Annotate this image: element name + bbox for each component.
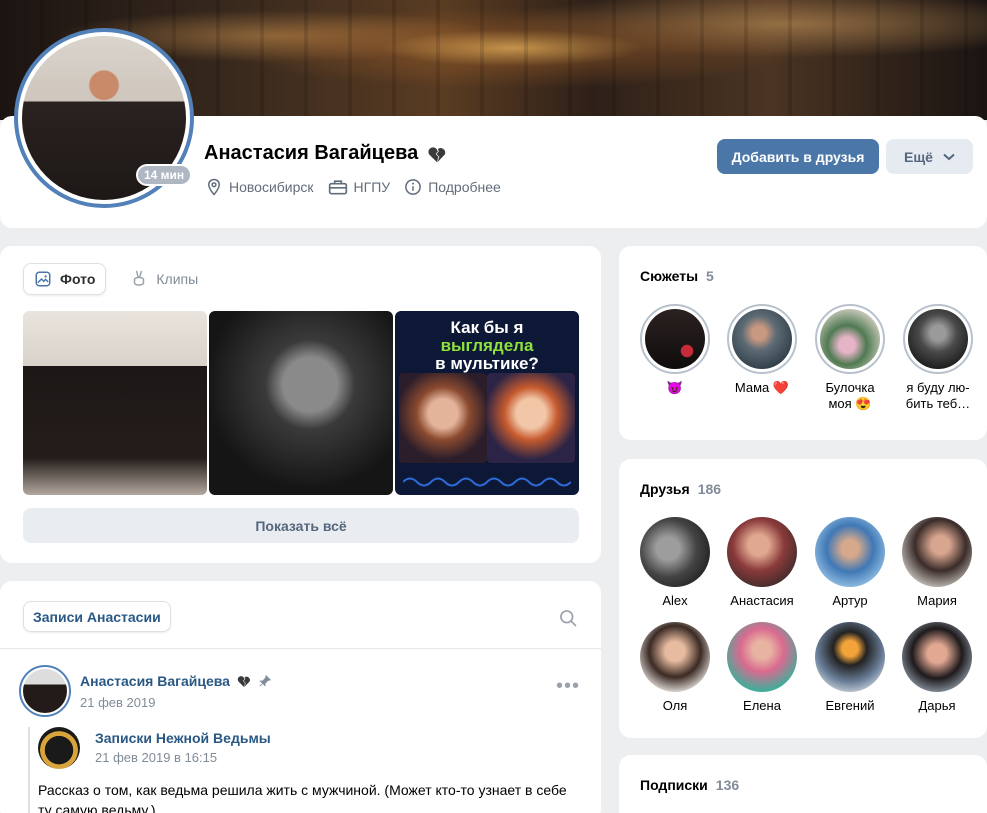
- friend-name: Оля: [662, 698, 688, 713]
- post-author[interactable]: Анастасия Вагайцева: [80, 673, 272, 689]
- friend-name: Мария: [917, 593, 957, 608]
- friend-name: Евгений: [825, 698, 875, 713]
- wave-decoration: [403, 477, 571, 487]
- post-menu-icon[interactable]: •••: [556, 676, 580, 696]
- story-label: я буду лю-бить теб…: [905, 380, 971, 411]
- story-label: Мама ❤️: [734, 380, 790, 395]
- repost-indicator: [28, 727, 30, 813]
- subscriptions-section: Подписки 136: [619, 755, 987, 813]
- post-author-name: Анастасия Вагайцева: [80, 673, 230, 689]
- clips-icon: [134, 270, 145, 286]
- friend-name: Артур: [832, 593, 868, 608]
- friends-count: 186: [697, 481, 722, 497]
- profile-name: Анастасия Вагайцева: [204, 142, 419, 164]
- clip-title-line: Как бы я: [450, 318, 524, 337]
- university-info[interactable]: НГПУ: [328, 178, 391, 196]
- friend-avatar: [727, 622, 797, 692]
- subscriptions-title: Подписки: [640, 777, 708, 793]
- friend-item[interactable]: Дарья: [897, 622, 977, 713]
- clip-face-cartoon: [487, 373, 575, 463]
- story-item[interactable]: 😈: [640, 304, 710, 396]
- friend-item[interactable]: Мария: [897, 517, 977, 608]
- clip-title: Как бы я выглядела в мультике?: [395, 319, 579, 373]
- profile-name-row: Анастасия Вагайцева: [204, 142, 448, 165]
- broken-heart-icon: [237, 676, 250, 687]
- photos-tabs: Фото Клипы: [23, 263, 208, 295]
- show-all-photos-button[interactable]: Показать всё: [23, 508, 579, 543]
- story-label: Булочка моя 😍: [825, 380, 875, 411]
- story-item[interactable]: Булочка моя 😍: [815, 304, 885, 412]
- university-label: НГПУ: [353, 179, 391, 195]
- broken-heart-icon: [428, 146, 446, 162]
- tab-clips-label: Клипы: [156, 271, 199, 287]
- chevron-down-icon: [943, 153, 955, 160]
- tab-photos-label: Фото: [60, 271, 96, 287]
- stories-title: Сюжеты: [640, 268, 699, 284]
- friends-section: Друзья 186 Alex Анастасия Артур Мария Ол…: [619, 459, 987, 738]
- post-text: Рассказ о том, как ведьма решила жить с …: [38, 782, 567, 813]
- friend-avatar: [815, 622, 885, 692]
- divider: [0, 648, 601, 649]
- clip-title-line: выглядела: [440, 336, 534, 355]
- stories-section: Сюжеты 5 😈 Мама ❤️ Булочка моя 😍 я буду …: [619, 246, 987, 440]
- subscriptions-count: 136: [715, 777, 740, 793]
- friend-item[interactable]: Елена: [722, 622, 802, 713]
- friends-header[interactable]: Друзья 186: [640, 481, 721, 497]
- info-icon: [405, 179, 422, 195]
- friend-avatar: [815, 517, 885, 587]
- wall-section: Записи Анастасии Анастасия Вагайцева 21 …: [0, 581, 601, 813]
- photo-thumbnail[interactable]: [23, 311, 207, 495]
- city-label: Новосибирск: [229, 179, 314, 195]
- stories-count: 5: [706, 268, 714, 284]
- online-status-text: 14 мин: [138, 166, 191, 184]
- friend-name: Елена: [743, 698, 781, 713]
- pin-icon: [259, 674, 272, 687]
- more-info-link[interactable]: Подробнее: [404, 178, 501, 196]
- clip-title-line: в мультике?: [435, 354, 539, 373]
- friend-item[interactable]: Анастасия: [722, 517, 802, 608]
- friend-item[interactable]: Alex: [635, 517, 715, 608]
- location-pin-icon: [207, 178, 221, 196]
- friend-avatar: [902, 517, 972, 587]
- story-item[interactable]: я буду лю-бить теб…: [903, 304, 973, 412]
- profile-meta: Новосибирск НГПУ Подробнее: [205, 178, 501, 196]
- repost-source-avatar[interactable]: [38, 727, 80, 769]
- subscriptions-header[interactable]: Подписки 136: [640, 777, 739, 793]
- friend-item[interactable]: Оля: [635, 622, 715, 713]
- tab-clips[interactable]: Клипы: [120, 263, 208, 295]
- friend-item[interactable]: Евгений: [810, 622, 890, 713]
- tab-photos[interactable]: Фото: [23, 263, 107, 295]
- briefcase-icon: [328, 180, 347, 195]
- friend-name: Дарья: [918, 698, 956, 713]
- clip-thumbnail[interactable]: Как бы я выглядела в мультике?: [395, 311, 579, 495]
- online-status-badge: 14 мин: [136, 164, 193, 186]
- more-info-label: Подробнее: [428, 179, 501, 195]
- photo-thumbnail[interactable]: [209, 311, 393, 495]
- post-author-avatar[interactable]: [19, 665, 71, 717]
- friends-title: Друзья: [640, 481, 690, 497]
- clip-face-real: [399, 373, 487, 463]
- image-icon: [35, 271, 51, 287]
- photos-section: Фото Клипы Как бы я выглядела в мультике…: [0, 246, 601, 563]
- friend-item[interactable]: Артур: [810, 517, 890, 608]
- friend-avatar: [640, 517, 710, 587]
- wall-posts-tab[interactable]: Записи Анастасии: [23, 601, 171, 632]
- stories-header[interactable]: Сюжеты 5: [640, 268, 714, 284]
- post-date[interactable]: 21 фев 2019: [80, 695, 155, 710]
- search-icon[interactable]: [558, 608, 578, 628]
- more-actions-label: Ещё: [904, 148, 933, 165]
- repost-source-name[interactable]: Записки Нежной Ведьмы: [95, 730, 271, 746]
- city-info[interactable]: Новосибирск: [205, 178, 314, 196]
- friend-name: Анастасия: [730, 593, 794, 608]
- repost-date[interactable]: 21 фев 2019 в 16:15: [95, 750, 217, 765]
- friend-avatar: [727, 517, 797, 587]
- more-actions-button[interactable]: Ещё: [886, 139, 973, 174]
- add-friend-button[interactable]: Добавить в друзья: [717, 139, 879, 174]
- story-item[interactable]: Мама ❤️: [727, 304, 797, 396]
- friend-avatar: [640, 622, 710, 692]
- friend-name: Alex: [662, 593, 688, 608]
- story-label: 😈: [666, 380, 684, 395]
- friend-avatar: [902, 622, 972, 692]
